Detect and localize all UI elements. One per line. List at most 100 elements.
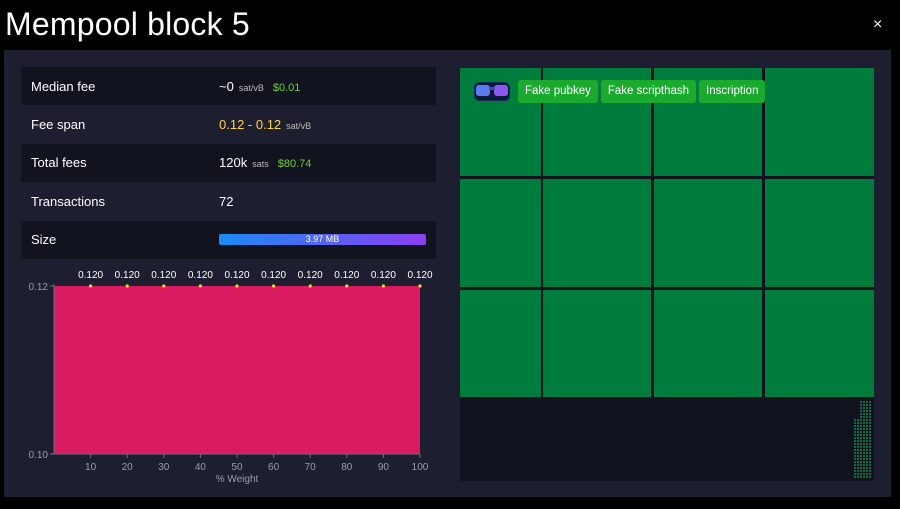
tx-dot (854, 461, 856, 463)
tx-dot (854, 467, 856, 469)
tx-dot (860, 419, 862, 421)
tag-fake-pubkey[interactable]: Fake pubkey (518, 80, 598, 103)
tx-dot (863, 476, 865, 478)
tx-dot (857, 464, 859, 466)
x-tick-label: 70 (305, 462, 317, 473)
tx-dot (854, 464, 856, 466)
tx-dot (863, 428, 865, 430)
x-tick-label: 40 (195, 462, 207, 473)
tx-dot (860, 461, 862, 463)
tx-dot (863, 458, 865, 460)
tx-dot (860, 467, 862, 469)
tx-dot (854, 419, 856, 421)
tx-dot (866, 404, 868, 406)
tx-dot (863, 440, 865, 442)
tx-dot (863, 410, 865, 412)
tx-tile[interactable] (654, 179, 762, 287)
tx-tile[interactable] (543, 179, 651, 287)
tx-dot (863, 404, 865, 406)
tx-dot (866, 431, 868, 433)
tx-dot (866, 449, 868, 451)
tx-dot (863, 401, 865, 403)
tx-dot (863, 473, 865, 475)
tx-dot (854, 422, 856, 424)
tx-dot (860, 464, 862, 466)
x-tick-label: 90 (378, 462, 390, 473)
tx-dot (869, 470, 871, 472)
tx-dot (866, 455, 868, 457)
tx-dot (854, 437, 856, 439)
tx-tile[interactable] (460, 290, 541, 397)
tag-fake-scripthash[interactable]: Fake scripthash (600, 80, 697, 103)
tx-dot (860, 455, 862, 457)
y-tick-label: 0.10 (29, 450, 49, 461)
tx-dot (857, 431, 859, 433)
tx-dot (854, 458, 856, 460)
block-visualization[interactable]: Fake pubkey Fake scripthash Inscription (460, 68, 874, 481)
close-icon[interactable]: × (873, 16, 882, 34)
tx-dot (854, 434, 856, 436)
tx-dot (866, 422, 868, 424)
tx-dot (854, 449, 856, 451)
data-label: 0.120 (371, 270, 396, 281)
x-tick-label: 100 (412, 462, 429, 473)
tx-dot (869, 428, 871, 430)
tx-tile[interactable] (543, 290, 651, 397)
small-tx-dots (854, 401, 871, 478)
tx-dot (857, 422, 859, 424)
tx-dot (854, 455, 856, 457)
tx-tile[interactable] (654, 290, 762, 397)
tx-dot (869, 452, 871, 454)
glasses-icon (474, 82, 510, 101)
tx-dot (860, 440, 862, 442)
tx-dot (860, 437, 862, 439)
tx-dot (854, 452, 856, 454)
tag-inscription[interactable]: Inscription (699, 80, 766, 103)
tx-dot (863, 449, 865, 451)
tx-dot (860, 425, 862, 427)
tx-dot (854, 425, 856, 427)
tx-dot (869, 401, 871, 403)
tx-dot (866, 434, 868, 436)
data-label: 0.120 (261, 270, 286, 281)
tx-dot (860, 476, 862, 478)
tx-dot (857, 440, 859, 442)
tx-dot (860, 458, 862, 460)
tx-dot (863, 422, 865, 424)
tx-dot (869, 476, 871, 478)
tx-tile[interactable] (765, 179, 874, 287)
tx-dot (869, 413, 871, 415)
tx-dot (857, 425, 859, 427)
tx-dot (869, 440, 871, 442)
tx-dot (866, 440, 868, 442)
tx-dot (863, 461, 865, 463)
x-tick-label: 20 (122, 462, 134, 473)
tx-dot (863, 407, 865, 409)
data-label: 0.120 (151, 270, 176, 281)
tx-dot (863, 470, 865, 472)
tx-dot (860, 428, 862, 430)
tx-dot (863, 443, 865, 445)
tx-dot (866, 413, 868, 415)
tx-tile[interactable] (765, 290, 874, 397)
tx-dot (869, 458, 871, 460)
tx-dot (863, 419, 865, 421)
tx-dot (854, 443, 856, 445)
data-label: 0.120 (407, 270, 432, 281)
tx-dot (866, 443, 868, 445)
data-label: 0.120 (188, 270, 213, 281)
tx-tile[interactable] (460, 179, 541, 287)
tx-dot (857, 458, 859, 460)
tx-dot (866, 401, 868, 403)
tx-dot (866, 407, 868, 409)
tx-dot (869, 437, 871, 439)
data-point (272, 284, 276, 288)
fee-distribution-chart: 0.12 0.10 10 0.120 20 0.120 30 0.120 40 0.120 50 0.… (29, 270, 433, 485)
tx-tile[interactable] (765, 68, 874, 176)
tx-dot (863, 437, 865, 439)
tx-dot (863, 464, 865, 466)
tx-dot (863, 431, 865, 433)
x-tick-label: 30 (158, 462, 170, 473)
x-axis-label: % Weight (216, 474, 259, 485)
y-tick-label: 0.12 (29, 282, 49, 293)
